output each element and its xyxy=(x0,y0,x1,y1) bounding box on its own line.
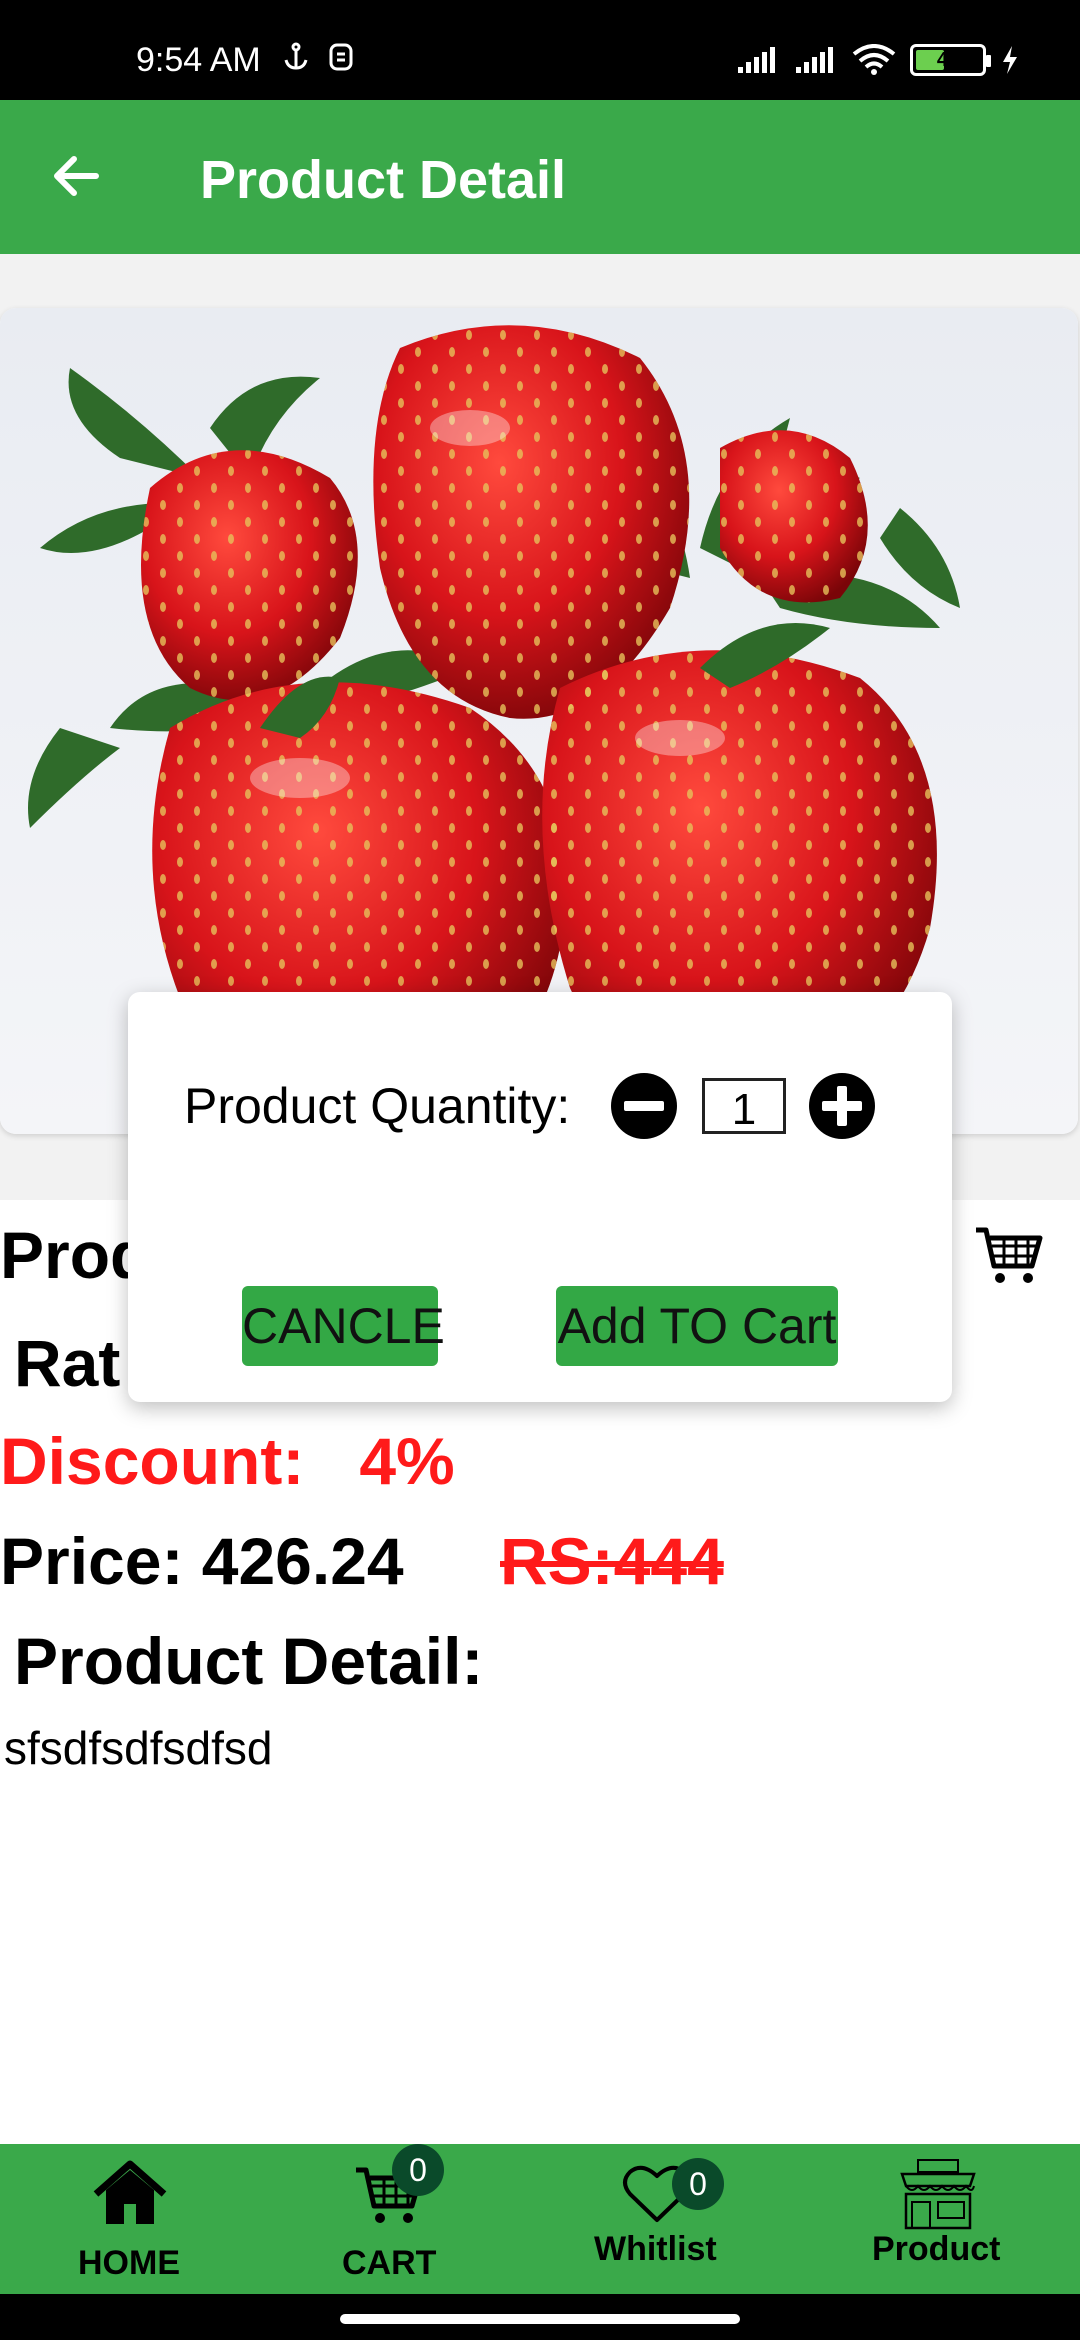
bottom-nav: HOME 0 CART 0 Whitlist Product xyxy=(0,2144,1080,2294)
quantity-label: Product Quantity: xyxy=(184,1078,571,1134)
cart-count-badge: 0 xyxy=(392,2144,444,2196)
detail-text: sfsdfsdfsdfsd xyxy=(4,1722,273,1774)
nav-label-wishlist: Whitlist xyxy=(594,2230,717,2268)
nav-label-home: HOME xyxy=(78,2244,180,2282)
cancel-button[interactable]: CANCLE xyxy=(242,1286,445,1366)
back-arrow-icon[interactable] xyxy=(44,144,108,208)
nav-label-cart: CART xyxy=(342,2244,437,2282)
app-bar: Product Detail xyxy=(0,100,1080,254)
status-bar: 9:54 AM 44 xyxy=(0,0,1080,100)
shop-icon xyxy=(900,2159,976,2230)
quantity-input[interactable]: 1 xyxy=(702,1078,786,1134)
original-price: RS:444 xyxy=(500,1524,724,1598)
price-text: Price: 426.24 xyxy=(0,1524,404,1598)
detail-heading: Product Detail: xyxy=(14,1624,484,1698)
minus-icon[interactable] xyxy=(610,1072,678,1140)
plus-icon[interactable] xyxy=(808,1072,876,1140)
status-icons-left xyxy=(282,42,354,72)
rating-label: Rat xyxy=(14,1326,121,1400)
anchor-icon xyxy=(284,42,308,70)
signal-icon xyxy=(796,47,833,73)
nav-item-product[interactable]: Product xyxy=(860,2144,1040,2294)
status-time: 9:54 AM xyxy=(136,41,261,79)
add-to-cart-icon[interactable] xyxy=(974,1224,1044,1288)
signal-icon xyxy=(738,47,775,73)
charging-icon xyxy=(1003,46,1017,74)
nav-label-product: Product xyxy=(872,2230,1001,2268)
nav-item-cart[interactable]: 0 CART xyxy=(320,2144,500,2294)
quantity-dialog: Product Quantity: 1 CANCLE Add TO Cart xyxy=(128,992,952,1402)
discount-text: Discount: 4% xyxy=(0,1424,455,1498)
wifi-icon xyxy=(852,44,896,75)
page-title: Product Detail xyxy=(200,150,567,210)
gesture-bar xyxy=(0,2294,1080,2340)
battery-tip xyxy=(986,55,991,67)
home-indicator[interactable] xyxy=(340,2314,740,2324)
home-icon xyxy=(93,2160,167,2224)
notification-icon xyxy=(329,43,353,71)
battery-level: 44 xyxy=(936,48,960,71)
status-icons-right: 44 xyxy=(736,44,1020,76)
nav-item-home[interactable]: HOME xyxy=(40,2144,220,2294)
wishlist-count-badge: 0 xyxy=(672,2158,724,2210)
battery-icon: 44 xyxy=(910,44,991,76)
add-to-cart-button[interactable]: Add TO Cart xyxy=(556,1286,838,1366)
nav-item-wishlist[interactable]: 0 Whitlist xyxy=(580,2144,760,2294)
